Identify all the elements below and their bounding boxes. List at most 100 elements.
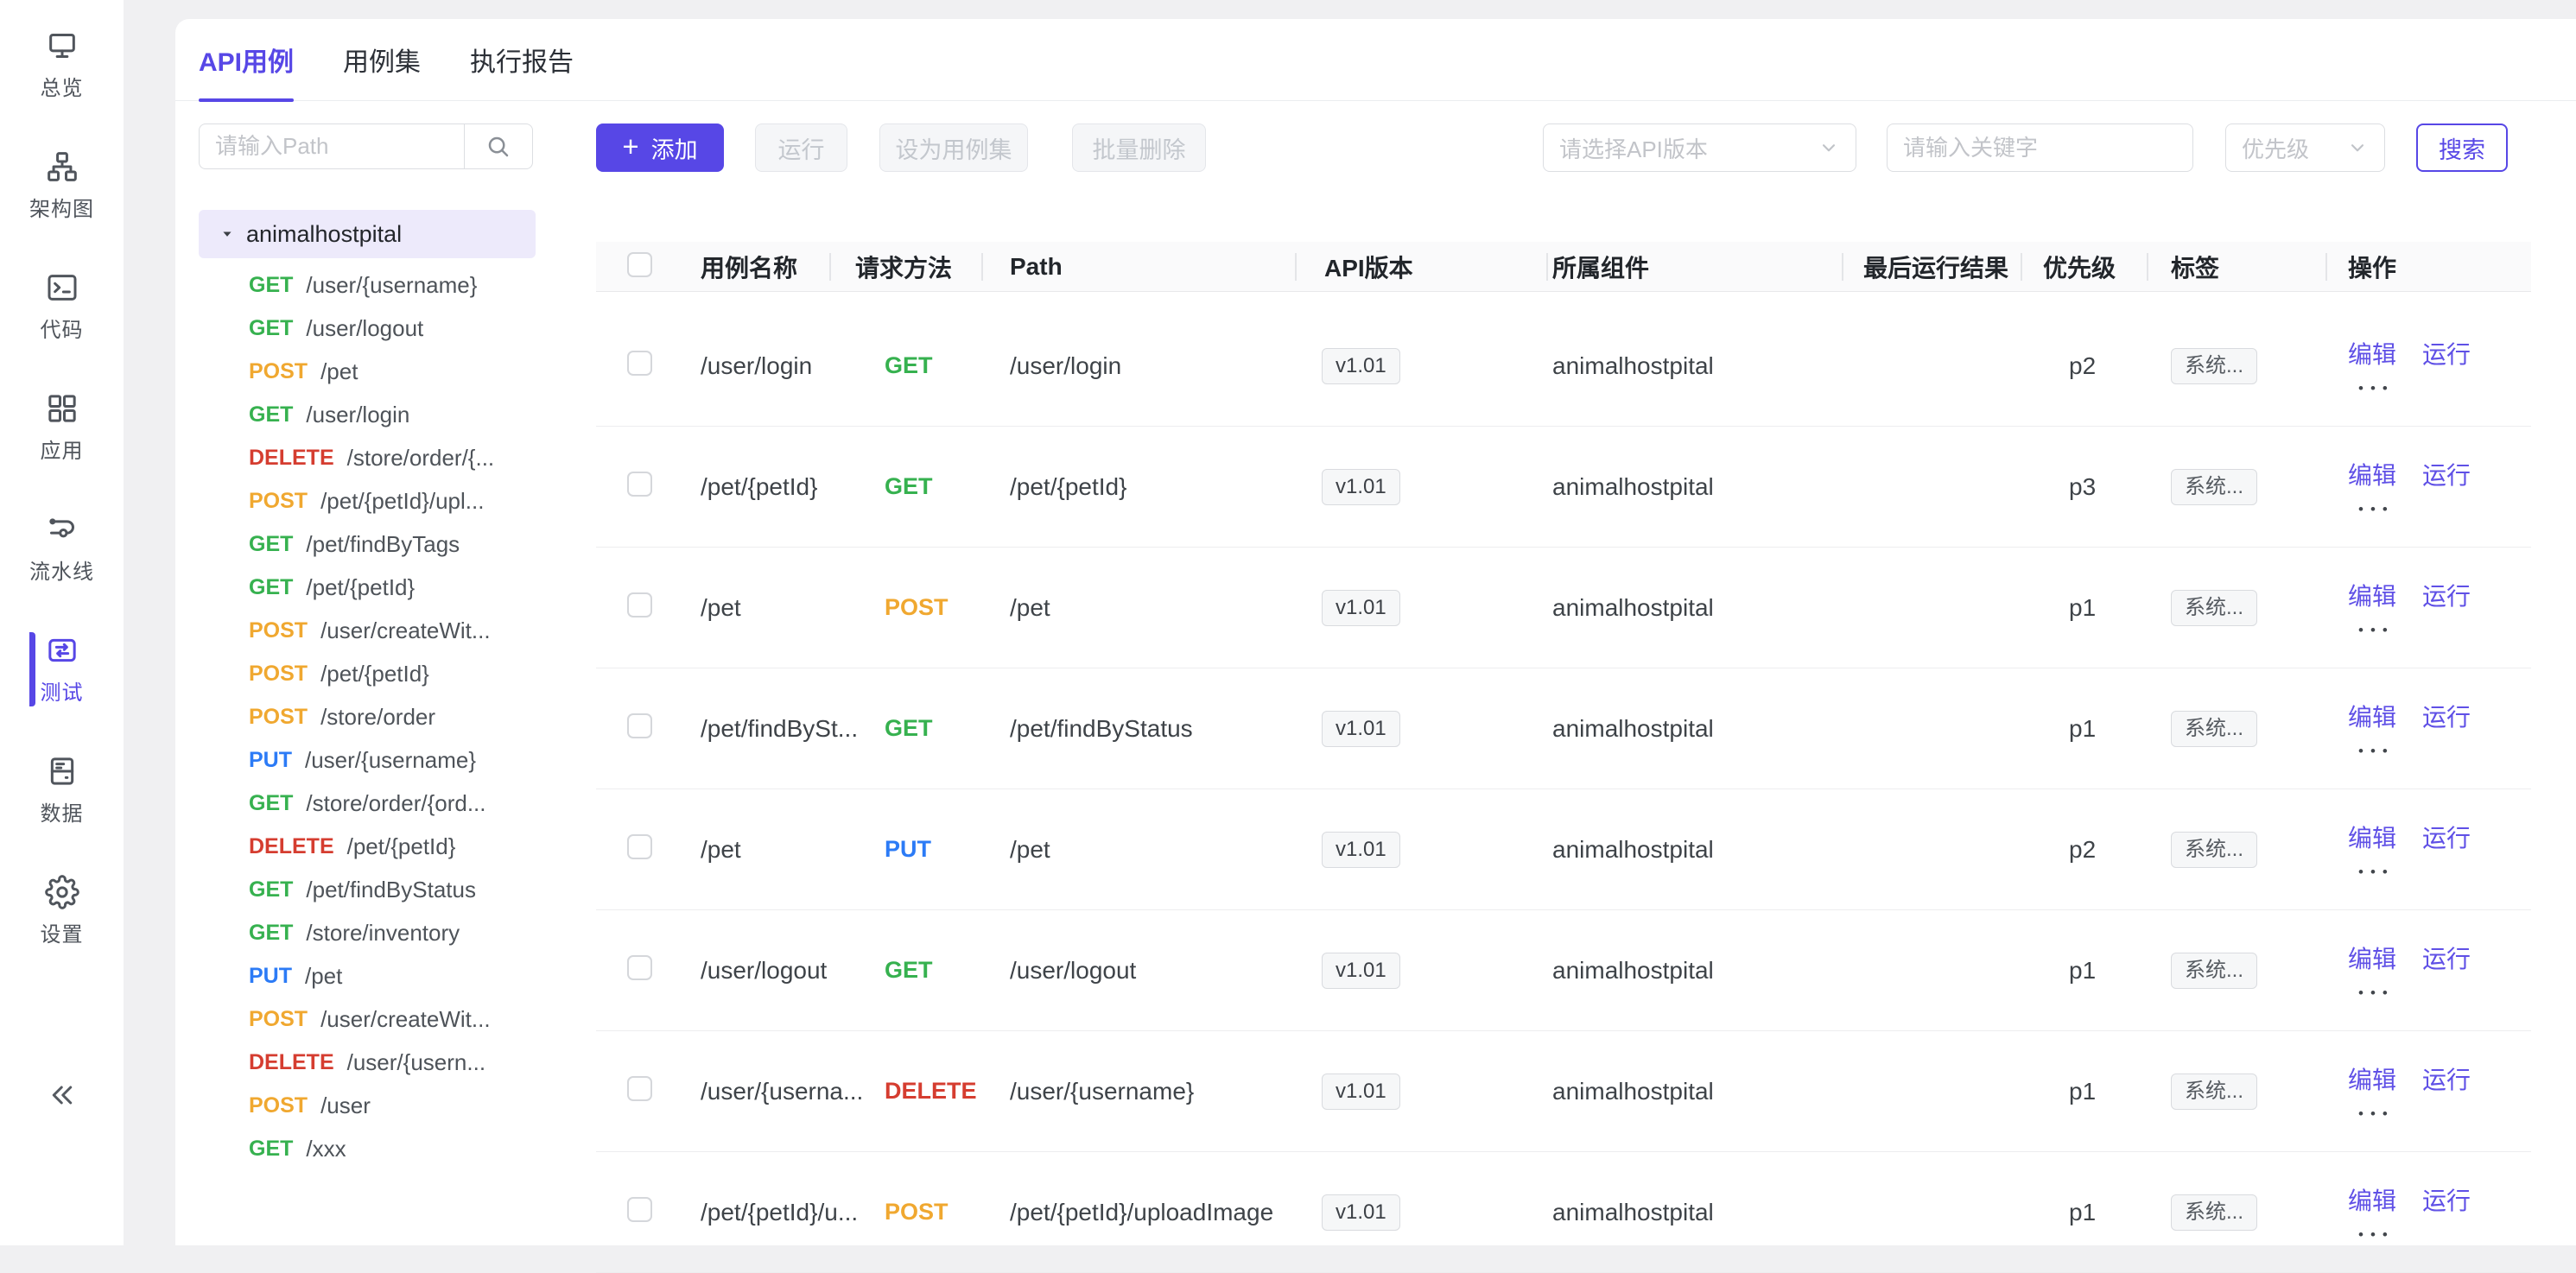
api-version-badge: v1.01	[1322, 590, 1400, 626]
row-checkbox[interactable]	[627, 472, 652, 497]
api-version-badge: v1.01	[1322, 1074, 1400, 1110]
edit-link[interactable]: 编辑	[2348, 699, 2396, 733]
tree-item[interactable]: POST/pet	[199, 350, 570, 393]
priority-select[interactable]: 优先级	[2225, 124, 2385, 172]
tree-root-node[interactable]: animalhostpital	[199, 210, 536, 258]
tree-item[interactable]: DELETE/store/order/{...	[199, 436, 570, 479]
run-link[interactable]: 运行	[2422, 699, 2471, 733]
table-row: /petPOST/petv1.01animalhostpitalp1系统...编…	[596, 548, 2531, 668]
path-search-input[interactable]	[199, 124, 464, 169]
collapse-sidebar-button[interactable]	[47, 1080, 78, 1111]
tree-item[interactable]: GET/store/inventory	[199, 911, 570, 954]
row-checkbox[interactable]	[627, 834, 652, 859]
tab-case-sets[interactable]: 用例集	[343, 19, 421, 100]
edit-link[interactable]: 编辑	[2348, 457, 2396, 491]
edit-link[interactable]: 编辑	[2348, 1182, 2396, 1217]
run-link[interactable]: 运行	[2422, 336, 2471, 370]
run-button[interactable]: 运行	[755, 124, 847, 172]
sidebar-item-test[interactable]: 测试	[29, 630, 94, 708]
api-version-select[interactable]: 请选择API版本	[1543, 124, 1856, 172]
tag-badge: 系统...	[2171, 590, 2257, 626]
tag-cell: 系统...	[2151, 711, 2324, 747]
set-as-suite-button[interactable]: 设为用例集	[879, 124, 1028, 172]
tree-item[interactable]: PUT/user/{username}	[199, 738, 570, 782]
run-link[interactable]: 运行	[2422, 457, 2471, 491]
sidebar-item-apps[interactable]: 应用	[29, 389, 94, 466]
column-header-tag: 标签	[2151, 250, 2324, 284]
more-actions-button[interactable]: •••	[2348, 1106, 2531, 1121]
edit-link[interactable]: 编辑	[2348, 336, 2396, 370]
row-checkbox[interactable]	[627, 351, 652, 376]
keyword-input[interactable]	[1887, 124, 2193, 172]
sidebar-item-label: 流水线	[29, 554, 94, 585]
run-link[interactable]: 运行	[2422, 578, 2471, 612]
edit-link[interactable]: 编辑	[2348, 578, 2396, 612]
sidebar-item-data[interactable]: 数据	[29, 751, 94, 829]
path-search-button[interactable]	[464, 124, 533, 169]
path-label: /pet/findByTags	[306, 531, 460, 558]
sidebar-item-settings[interactable]: 设置	[29, 872, 94, 950]
path-label: /user/{username}	[305, 747, 476, 774]
tab-run-reports[interactable]: 执行报告	[470, 19, 574, 100]
tree-item[interactable]: POST/user/createWit...	[199, 609, 570, 652]
component-cell: animalhostpital	[1546, 715, 1842, 743]
sidebar-item-label: 设置	[41, 917, 84, 947]
tab-api-cases[interactable]: API用例	[199, 19, 294, 100]
tree-item[interactable]: GET/store/order/{ord...	[199, 782, 570, 825]
select-all-checkbox[interactable]	[627, 252, 652, 277]
case-name: /pet	[701, 594, 855, 622]
more-actions-button[interactable]: •••	[2348, 864, 2531, 879]
tree-item[interactable]: POST/user	[199, 1084, 570, 1127]
more-actions-button[interactable]: •••	[2348, 744, 2531, 758]
more-actions-button[interactable]: •••	[2348, 381, 2531, 396]
method-label: GET	[249, 575, 293, 600]
tree-item[interactable]: GET/user/{username}	[199, 263, 570, 307]
edit-link[interactable]: 编辑	[2348, 1061, 2396, 1096]
tree-item[interactable]: GET/user/login	[199, 393, 570, 436]
edit-link[interactable]: 编辑	[2348, 820, 2396, 854]
row-checkbox[interactable]	[627, 1197, 652, 1222]
more-actions-button[interactable]: •••	[2348, 985, 2531, 1000]
sidebar-item-code[interactable]: 代码	[29, 268, 94, 345]
row-checkbox[interactable]	[627, 713, 652, 738]
run-link[interactable]: 运行	[2422, 820, 2471, 854]
tree-item[interactable]: DELETE/user/{usern...	[199, 1041, 570, 1084]
api-version-cell: v1.01	[1320, 711, 1546, 747]
tree-item[interactable]: GET/pet/findByStatus	[199, 868, 570, 911]
tree-item[interactable]: GET/xxx	[199, 1127, 570, 1170]
tree-item[interactable]: DELETE/pet/{petId}	[199, 825, 570, 868]
tree-item[interactable]: GET/user/logout	[199, 307, 570, 350]
tree-item[interactable]: GET/pet/{petId}	[199, 566, 570, 609]
priority-cell: p1	[2023, 1078, 2151, 1105]
more-actions-button[interactable]: •••	[2348, 1227, 2531, 1242]
sidebar-item-architecture[interactable]: 架构图	[29, 147, 94, 225]
row-checkbox[interactable]	[627, 1076, 652, 1101]
api-version-cell: v1.01	[1320, 1074, 1546, 1110]
run-link[interactable]: 运行	[2422, 1182, 2471, 1217]
add-button[interactable]: + 添加	[596, 124, 724, 172]
search-button[interactable]: 搜索	[2416, 124, 2508, 172]
run-link[interactable]: 运行	[2422, 1061, 2471, 1096]
run-link[interactable]: 运行	[2422, 940, 2471, 975]
case-name: /user/login	[701, 352, 855, 380]
sidebar-item-pipeline[interactable]: 流水线	[29, 510, 94, 587]
more-actions-button[interactable]: •••	[2348, 502, 2531, 516]
tree-item[interactable]: PUT/pet	[199, 954, 570, 998]
request-method: GET	[855, 957, 1004, 984]
tree-item[interactable]: POST/pet/{petId}	[199, 652, 570, 695]
search-icon	[485, 134, 511, 160]
row-checkbox[interactable]	[627, 955, 652, 980]
tree-item[interactable]: GET/pet/findByTags	[199, 522, 570, 566]
api-version-cell: v1.01	[1320, 1194, 1546, 1231]
tree-item[interactable]: POST/user/createWit...	[199, 998, 570, 1041]
header-divider	[2325, 253, 2327, 281]
sidebar-item-overview[interactable]: 总览	[29, 26, 94, 104]
tree-item[interactable]: POST/store/order	[199, 695, 570, 738]
api-version-cell: v1.01	[1320, 953, 1546, 989]
batch-delete-button[interactable]: 批量删除	[1072, 124, 1206, 172]
edit-link[interactable]: 编辑	[2348, 940, 2396, 975]
tree-item[interactable]: POST/pet/{petId}/upl...	[199, 479, 570, 522]
row-checkbox[interactable]	[627, 592, 652, 618]
actions-cell: 编辑运行 •••	[2324, 940, 2531, 1000]
more-actions-button[interactable]: •••	[2348, 623, 2531, 637]
